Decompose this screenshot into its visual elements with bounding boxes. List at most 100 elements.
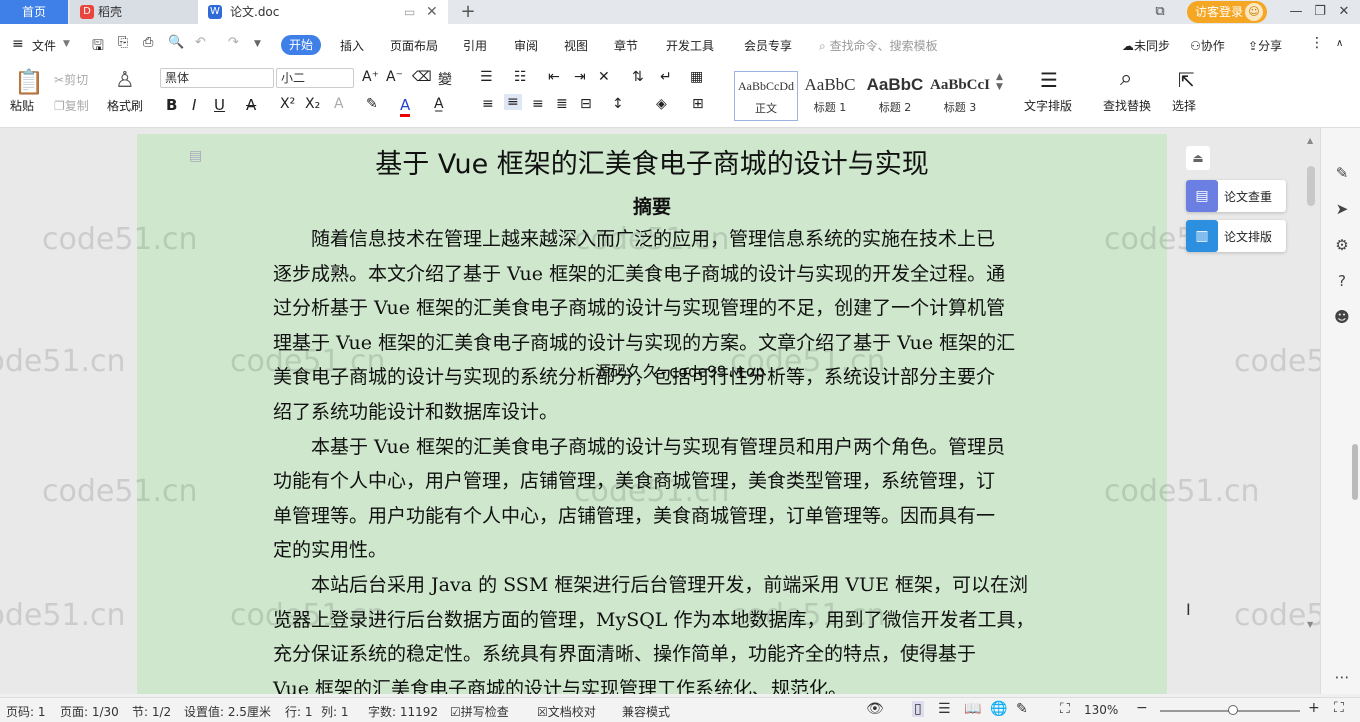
close-tab-icon[interactable]: ✕ (426, 0, 438, 24)
sort-icon[interactable]: ⇅ (632, 69, 644, 85)
cut-button[interactable]: ✂剪切 (54, 71, 88, 88)
style-heading-3[interactable]: AaBbCcI 标题 3 (928, 71, 992, 121)
web-view-icon[interactable]: 🌐 (990, 701, 1007, 717)
more-dots-icon[interactable]: ⋯ (1333, 668, 1351, 686)
clear-format-icon[interactable]: ⌫ (412, 69, 432, 85)
more-icon[interactable]: ⋮ (1310, 35, 1324, 51)
scroll-up-icon[interactable]: ▲ (1307, 136, 1315, 146)
print-preview-icon[interactable]: 🔍 (168, 35, 184, 50)
sync-status[interactable]: ☁未同步 (1122, 37, 1170, 54)
increase-font-icon[interactable]: A⁺ (362, 69, 379, 85)
format-painter-button[interactable]: 格式刷 (107, 97, 143, 114)
collapse-panel-icon[interactable]: ⏏ (1186, 146, 1210, 170)
tab-home[interactable]: 首页 (0, 0, 68, 24)
superscript-icon[interactable]: X² (280, 96, 295, 112)
login-button[interactable]: 访客登录 ☺ (1187, 1, 1267, 23)
borders-icon[interactable]: ⊞ (692, 96, 704, 112)
style-normal[interactable]: AaBbCcDd 正文 (734, 71, 798, 121)
spell-check-button[interactable]: ☑拼写检查 (450, 703, 509, 720)
new-tab-button[interactable]: + (456, 0, 480, 24)
tab-page-layout[interactable]: 页面布局 (390, 37, 438, 54)
underline-icon[interactable]: U (214, 96, 225, 114)
tab-view[interactable]: 视图 (564, 37, 588, 54)
line-spacing-icon[interactable]: ↕ (612, 96, 624, 112)
show-marks-icon[interactable]: ↵ (660, 69, 672, 85)
pin-icon[interactable]: ▭ (404, 0, 415, 24)
select-button[interactable]: 选择 (1172, 97, 1196, 114)
font-family-select[interactable]: 黑体 (160, 68, 274, 88)
settings-slider-icon[interactable]: ⚙ (1333, 236, 1351, 254)
fullscreen-icon[interactable]: ⛶ (1334, 700, 1344, 716)
zoom-slider[interactable] (1160, 705, 1300, 715)
page-view-icon[interactable]: ▯ (912, 701, 924, 717)
decrease-font-icon[interactable]: A⁻ (386, 69, 403, 85)
copy-button[interactable]: ❐复制 (54, 97, 89, 114)
share-button[interactable]: ⇪分享 (1248, 37, 1282, 54)
redo-icon[interactable]: ↷ (228, 35, 239, 50)
style-heading-1[interactable]: AaBbC 标题 1 (800, 71, 860, 121)
paper-check-button[interactable]: ▤ 论文查重 (1186, 180, 1286, 212)
char-border-icon[interactable]: A̲ (434, 96, 444, 112)
export-pdf-icon[interactable]: ⎘ (118, 35, 128, 50)
font-color-icon[interactable]: A (400, 96, 411, 117)
outline-view-icon[interactable]: ☰ (938, 701, 951, 717)
tab-start[interactable]: 开始 (281, 35, 321, 55)
italic-icon[interactable]: I (192, 96, 196, 114)
write-view-icon[interactable]: ✎ (1016, 701, 1028, 717)
font-size-select[interactable]: 小二 (276, 68, 354, 88)
numbered-list-icon[interactable]: ☷ (514, 69, 527, 85)
distribute-icon[interactable]: ⊟ (580, 96, 592, 112)
proofread-button[interactable]: ☒文档校对 (537, 703, 596, 720)
scroll-down-icon[interactable]: ▼ (1307, 620, 1315, 630)
zoom-in-icon[interactable]: + (1308, 700, 1320, 716)
tab-chapter[interactable]: 章节 (614, 37, 638, 54)
highlight-icon[interactable]: ✎ (366, 96, 378, 112)
align-center-icon[interactable]: ≡ (504, 94, 522, 110)
sidebar-scroll-thumb[interactable] (1352, 444, 1358, 500)
chinese-layout-icon[interactable]: ✕ (598, 69, 610, 85)
scrollbar-thumb[interactable] (1307, 166, 1315, 206)
increase-indent-icon[interactable]: ⇥ (574, 69, 586, 85)
window-layout-icon[interactable]: ⧉ (1148, 0, 1172, 24)
save-icon[interactable]: 🖫 (92, 35, 104, 59)
find-icon[interactable]: ⌕ (1120, 66, 1132, 91)
zoom-level[interactable]: 130% (1084, 703, 1118, 717)
command-search[interactable]: ⌕ 查找命令、搜索模板 (819, 37, 938, 54)
paste-icon[interactable]: 📋 (14, 68, 44, 96)
format-painter-icon[interactable]: ♙ (115, 68, 135, 93)
shading-icon[interactable]: ◈ (656, 96, 667, 112)
bold-icon[interactable]: B (166, 96, 177, 114)
align-left-icon[interactable]: ≡ (482, 96, 494, 112)
eye-protect-icon[interactable]: 👁 (866, 701, 884, 717)
align-right-icon[interactable]: ≡ (532, 96, 544, 112)
pointer-icon[interactable]: ➤ (1333, 200, 1351, 218)
styles-scroll-icon[interactable]: ▲ ▼ (996, 72, 1003, 92)
page-count[interactable]: 页面: 1/30 (60, 703, 119, 720)
vertical-scrollbar[interactable]: ▲ ▼ (1305, 136, 1317, 686)
tab-review[interactable]: 审阅 (514, 37, 538, 54)
tab-developer[interactable]: 开发工具 (666, 37, 714, 54)
document-page[interactable]: ▤ 基于 Vue 框架的汇美食电子商城的设计与实现 摘要 随着信息技术在管理上越… (137, 134, 1167, 694)
hamburger-icon[interactable]: ≡ (12, 36, 24, 52)
collapse-ribbon-icon[interactable]: ∧ (1336, 38, 1343, 49)
justify-icon[interactable]: ≣ (556, 96, 568, 112)
subscript-icon[interactable]: X₂ (305, 96, 320, 112)
robot-icon[interactable]: ☻ (1333, 308, 1351, 326)
zoom-out-icon[interactable]: − (1136, 700, 1148, 716)
minimize-icon[interactable]: — (1284, 0, 1308, 24)
fit-page-icon[interactable]: ⛶ (1060, 701, 1070, 717)
decrease-indent-icon[interactable]: ⇤ (548, 69, 560, 85)
quick-access-more-icon[interactable]: ▼ (254, 39, 261, 49)
phonetic-icon[interactable]: 變 (438, 69, 452, 89)
paste-button[interactable]: 粘贴 (10, 97, 34, 114)
tab-member[interactable]: 会员专享 (744, 37, 792, 54)
cursor-select-icon[interactable]: ⇱ (1178, 68, 1195, 92)
bullet-list-icon[interactable]: ☰ (480, 69, 493, 85)
tab-insert[interactable]: 插入 (340, 37, 364, 54)
text-effect-icon[interactable]: A (334, 96, 344, 112)
close-window-icon[interactable]: ✕ (1332, 0, 1356, 24)
text-layout-icon[interactable]: ☰ (1040, 68, 1058, 92)
collab-button[interactable]: ⚇协作 (1190, 37, 1225, 54)
find-replace-button[interactable]: 查找替换 (1103, 97, 1151, 114)
paper-layout-button[interactable]: ▥ 论文排版 (1186, 220, 1286, 252)
